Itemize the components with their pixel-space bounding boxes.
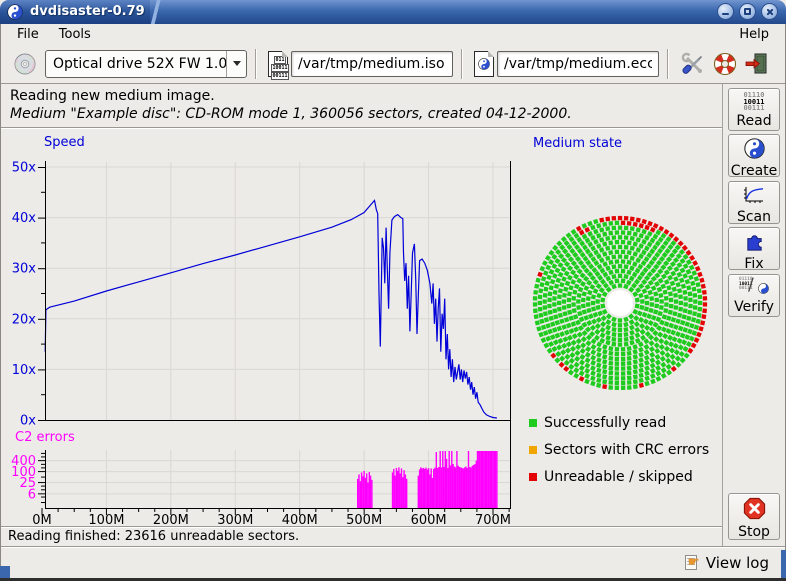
svg-text:400M: 400M	[282, 513, 318, 526]
maximize-button[interactable]	[739, 3, 756, 20]
optical-disc-icon	[12, 51, 38, 77]
svg-text:0M: 0M	[32, 513, 52, 526]
svg-text:700M: 700M	[475, 513, 511, 526]
window-title: dvdisaster-0.79	[30, 4, 145, 19]
drive-select[interactable]: Optical drive 52X FW 1.02	[45, 50, 247, 78]
combo-arrow-icon[interactable]	[226, 51, 246, 77]
stop-octagon-icon	[743, 497, 766, 524]
puzzle-piece-icon	[744, 231, 765, 256]
svg-text:20x: 20x	[12, 312, 37, 327]
quit-button[interactable]	[744, 51, 770, 77]
svg-text:200M: 200M	[153, 513, 189, 526]
legend-label-crc: Sectors with CRC errors	[544, 442, 709, 458]
svg-text:100M: 100M	[88, 513, 124, 526]
scan-button[interactable]: Scan	[728, 181, 780, 224]
medium-legend: Successfully read Sectors with CRC error…	[529, 415, 709, 485]
svg-text:C2 errors: C2 errors	[15, 430, 75, 445]
ecc-file-icon	[474, 51, 494, 77]
resize-grip-left[interactable]	[0, 566, 10, 578]
toolbar-separator	[255, 49, 257, 79]
svg-text:40x: 40x	[12, 211, 37, 226]
legend-swatch-bad	[529, 473, 537, 481]
legend-swatch-crc	[529, 446, 537, 454]
scan-chart-icon	[742, 185, 766, 209]
window-edge-left	[0, 24, 1, 581]
view-log-button[interactable]: ☛ View log	[680, 550, 778, 576]
stop-label: Stop	[738, 524, 770, 540]
preferences-button[interactable]	[680, 51, 706, 77]
create-button[interactable]: Create	[728, 134, 780, 177]
menu-tools[interactable]: Tools	[49, 26, 101, 43]
menu-file[interactable]: File	[7, 26, 49, 43]
maximize-icon	[744, 8, 751, 15]
app-logo-icon	[7, 4, 23, 20]
action-sidebar: 01110 10011 00111 Read Create	[722, 84, 785, 546]
menu-help[interactable]: Help	[729, 26, 779, 43]
status-line2: Medium "Example disc": CD-ROM mode 1, 36…	[10, 106, 712, 122]
legend-swatch-good	[529, 419, 537, 427]
close-button[interactable]	[761, 3, 778, 20]
svg-text:0x: 0x	[20, 414, 36, 429]
minimize-icon	[722, 13, 729, 15]
legend-item-good: Successfully read	[529, 415, 709, 431]
lifebuoy-icon	[712, 51, 738, 77]
image-file-input[interactable]	[291, 51, 453, 77]
legend-label-good: Successfully read	[544, 415, 666, 431]
toolbar-separator	[461, 49, 463, 79]
ecc-file-input[interactable]	[497, 51, 659, 77]
binary-read-icon: 01110 10011 00111	[743, 92, 764, 112]
yin-yang-small-icon	[758, 279, 769, 298]
status-bar: Reading finished: 23616 unreadable secto…	[0, 526, 722, 546]
legend-item-crc: Sectors with CRC errors	[529, 442, 709, 458]
menubar: File Tools Help	[1, 24, 785, 44]
svg-text:600M: 600M	[411, 513, 447, 526]
legend-label-bad: Unreadable / skipped	[544, 469, 693, 485]
crossed-tools-icon	[680, 51, 706, 77]
svg-text:400: 400	[11, 454, 36, 469]
toolbar-separator	[667, 49, 669, 79]
image-file-icon: 011 10011 00111	[268, 51, 288, 77]
pointer-hand-icon: ☛	[688, 555, 700, 570]
read-label: Read	[736, 113, 771, 129]
svg-text:50x: 50x	[12, 161, 37, 176]
verify-label: Verify	[734, 299, 774, 315]
svg-text:500M: 500M	[346, 513, 382, 526]
svg-text:Medium state: Medium state	[533, 136, 622, 151]
bottom-bar: ☛ View log	[0, 546, 786, 578]
exit-door-icon	[744, 51, 770, 77]
footer-status-text: Reading finished: 23616 unreadable secto…	[8, 529, 299, 544]
fix-button[interactable]: Fix	[728, 227, 780, 270]
log-icon: ☛	[685, 554, 703, 572]
svg-text:30x: 30x	[12, 262, 37, 277]
yin-yang-icon	[744, 138, 765, 163]
stop-button[interactable]: Stop	[728, 493, 780, 540]
read-button[interactable]: 01110 10011 00111 Read	[728, 88, 780, 131]
drive-select-value: Optical drive 52X FW 1.02	[46, 56, 226, 72]
verify-icon: 01110 10011 00111 ∕	[739, 278, 769, 297]
status-line1: Reading new medium image.	[10, 88, 712, 104]
toolbar: Optical drive 52X FW 1.02 011 10011 0011…	[1, 44, 785, 84]
minimize-button[interactable]	[717, 3, 734, 20]
titlebar[interactable]: dvdisaster-0.79	[0, 0, 786, 24]
titlebar-swoosh	[146, 0, 166, 24]
verify-button[interactable]: 01110 10011 00111 ∕ Verify	[728, 274, 780, 317]
svg-text:Speed: Speed	[44, 135, 85, 150]
status-area: Reading new medium image. Medium "Exampl…	[1, 85, 722, 128]
resize-grip-right[interactable]	[781, 550, 786, 578]
legend-item-bad: Unreadable / skipped	[529, 469, 709, 485]
slash-icon: ∕	[748, 275, 754, 295]
scan-label: Scan	[737, 209, 771, 225]
fix-label: Fix	[744, 256, 763, 272]
create-label: Create	[731, 163, 778, 179]
view-log-label: View log	[706, 554, 769, 572]
svg-text:10x: 10x	[12, 363, 37, 378]
help-button[interactable]	[712, 51, 738, 77]
svg-text:300M: 300M	[217, 513, 253, 526]
app-window: dvdisaster-0.79 File Tools Help Optical …	[0, 0, 786, 581]
